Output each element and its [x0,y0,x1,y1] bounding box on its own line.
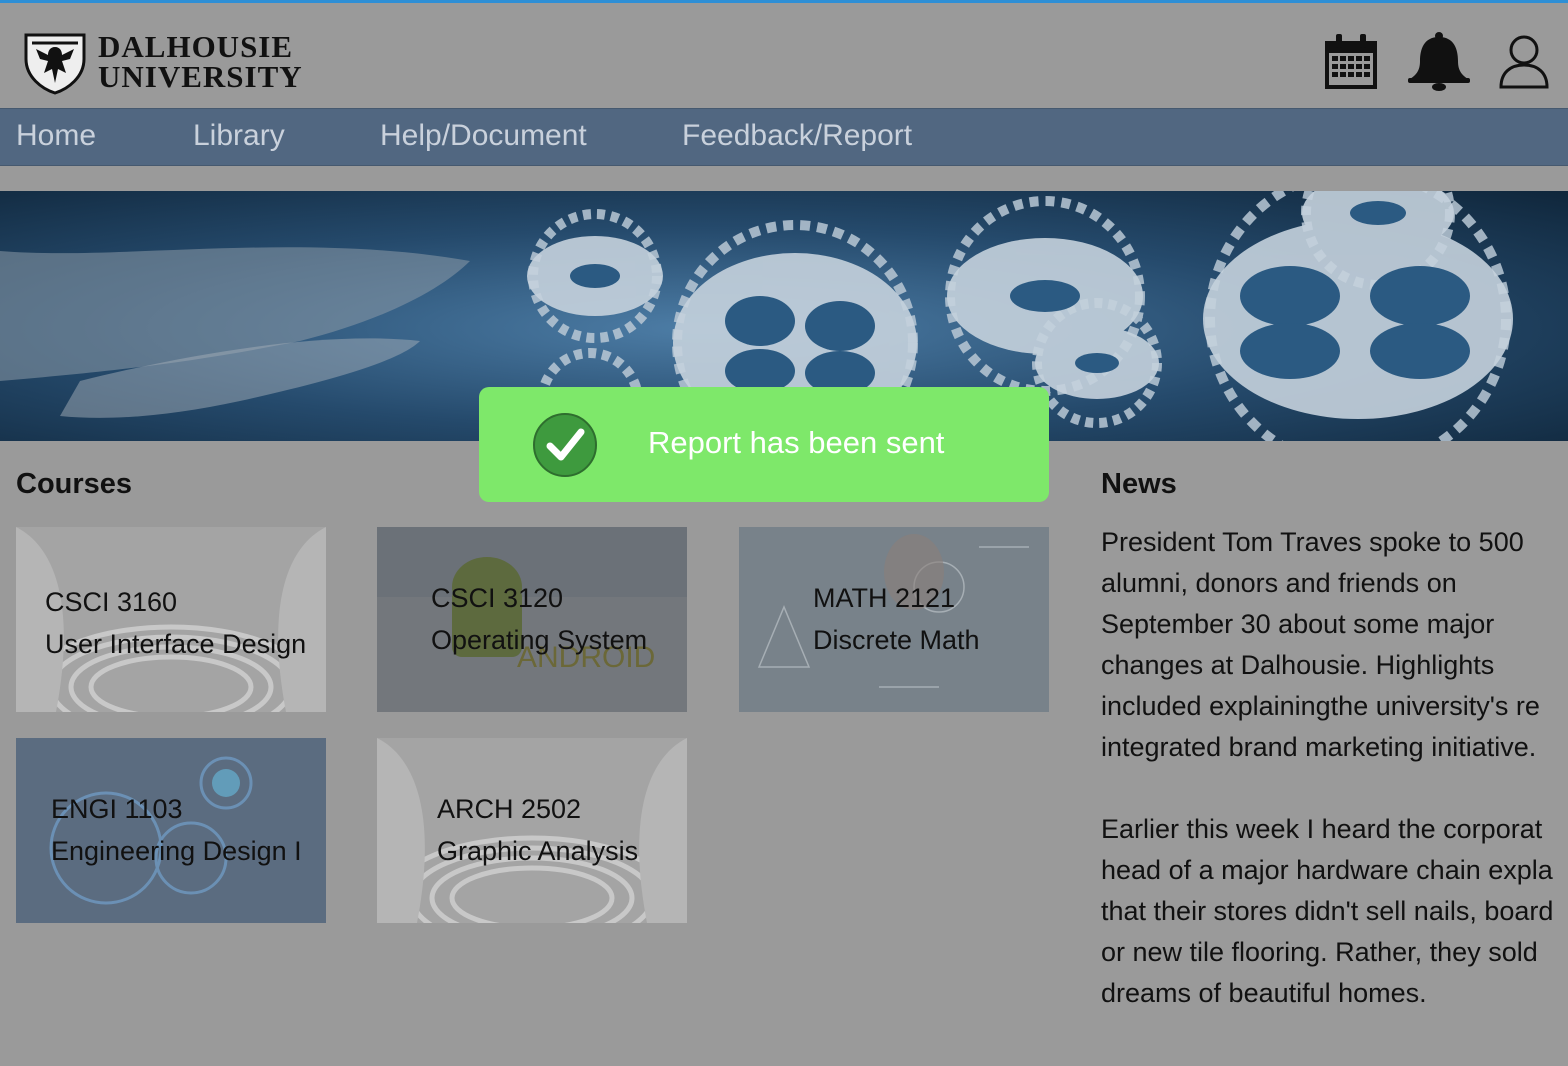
course-card-arch2502[interactable]: ARCH 2502 Graphic Analysis [377,738,687,923]
course-card-engi1103[interactable]: ENGI 1103 Engineering Design I [16,738,326,923]
university-logo[interactable]: DALHOUSIE UNIVERSITY [22,29,303,95]
course-name: Graphic Analysis [437,836,639,866]
nav-library[interactable]: Library [193,119,285,153]
toast-message: Report has been sent [648,425,945,460]
calendar-icon[interactable] [1322,31,1380,93]
nav-home[interactable]: Home [16,119,96,153]
course-card-csci3120[interactable]: ANDROID CSCI 3120 Operating System [377,527,687,712]
nav-feedback-report[interactable]: Feedback/Report [682,119,912,153]
logo-line-1: DALHOUSIE [98,29,294,64]
news-title: News [1101,468,1177,500]
bell-icon[interactable] [1406,31,1472,93]
course-name: User Interface Design [45,629,307,659]
course-name: Discrete Math [813,625,980,655]
nav-help-document[interactable]: Help/Document [380,119,587,153]
course-code: CSCI 3120 [431,583,564,613]
course-code: ARCH 2502 [437,794,582,824]
shield-icon [24,33,86,95]
course-code: MATH 2121 [813,583,956,613]
header: DALHOUSIE UNIVERSITY [0,3,1568,108]
course-card-math2121[interactable]: MATH 2121 Discrete Math [739,527,1049,712]
success-toast: Report has been sent [479,387,1049,502]
course-code: CSCI 3160 [45,587,178,617]
news-body: President Tom Traves spoke to 500 alumni… [1101,522,1568,1055]
course-card-csci3160[interactable]: CSCI 3160 User Interface Design [16,527,326,712]
news-paragraph: Earlier this week I heard the corporat h… [1101,814,1554,1008]
courses-title: Courses [16,468,133,500]
check-circle-icon [533,413,597,477]
news-paragraph: President Tom Traves spoke to 500 alumni… [1101,527,1540,762]
course-name: Engineering Design I [51,836,302,866]
course-code: ENGI 1103 [51,794,183,824]
user-icon[interactable] [1498,31,1550,93]
main-nav: Home Library Help/Document Feedback/Repo… [0,108,1568,166]
course-name: Operating System [431,625,648,655]
logo-line-2: UNIVERSITY [98,59,303,94]
